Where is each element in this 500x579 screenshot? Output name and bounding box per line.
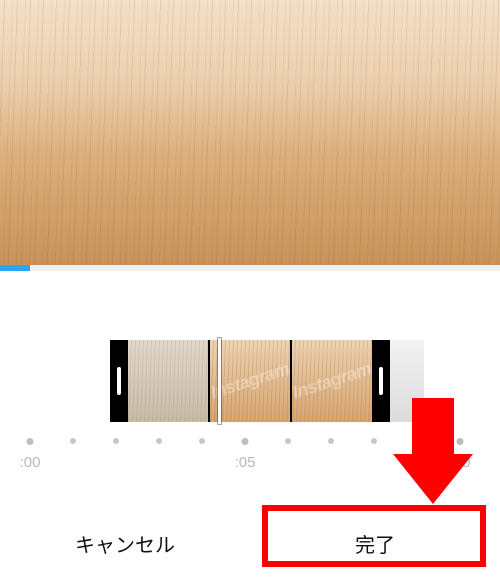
scale-dot — [242, 438, 249, 445]
scale-dot — [27, 438, 34, 445]
trim-frame — [128, 340, 208, 422]
scale-dot — [457, 438, 464, 445]
trim-selection[interactable]: Instagram Instagram — [110, 340, 390, 422]
scale-label: :05 — [235, 454, 256, 471]
progress-fill — [0, 265, 30, 271]
video-preview[interactable] — [0, 0, 500, 265]
progress-track — [0, 265, 500, 271]
scale-dot — [328, 438, 334, 444]
trim-frames: Instagram Instagram — [128, 340, 372, 422]
scale-dot — [414, 438, 420, 444]
trim-frame: Instagram — [292, 340, 372, 422]
scale-label: :10 — [450, 454, 471, 471]
scale-dot — [371, 438, 377, 444]
scale-dot — [70, 438, 76, 444]
button-bar: キャンセル 完了 — [0, 507, 500, 579]
time-scale: :00 :05 :10 — [0, 438, 500, 482]
video-trimmer[interactable]: Instagram Instagram — [0, 340, 500, 422]
scale-dot — [199, 438, 205, 444]
scale-label: :00 — [20, 454, 41, 471]
done-button[interactable]: 完了 — [250, 507, 500, 579]
trim-playhead[interactable] — [218, 338, 221, 424]
trim-frame: Instagram — [210, 340, 290, 422]
overflow-right — [390, 340, 424, 422]
trim-handle-right[interactable] — [372, 340, 390, 422]
cancel-button[interactable]: キャンセル — [0, 507, 250, 579]
scale-dot — [113, 438, 119, 444]
watermark-text: Instagram — [290, 358, 374, 403]
scale-dot — [156, 438, 162, 444]
trim-handle-left[interactable] — [110, 340, 128, 422]
scale-dot — [285, 438, 291, 444]
